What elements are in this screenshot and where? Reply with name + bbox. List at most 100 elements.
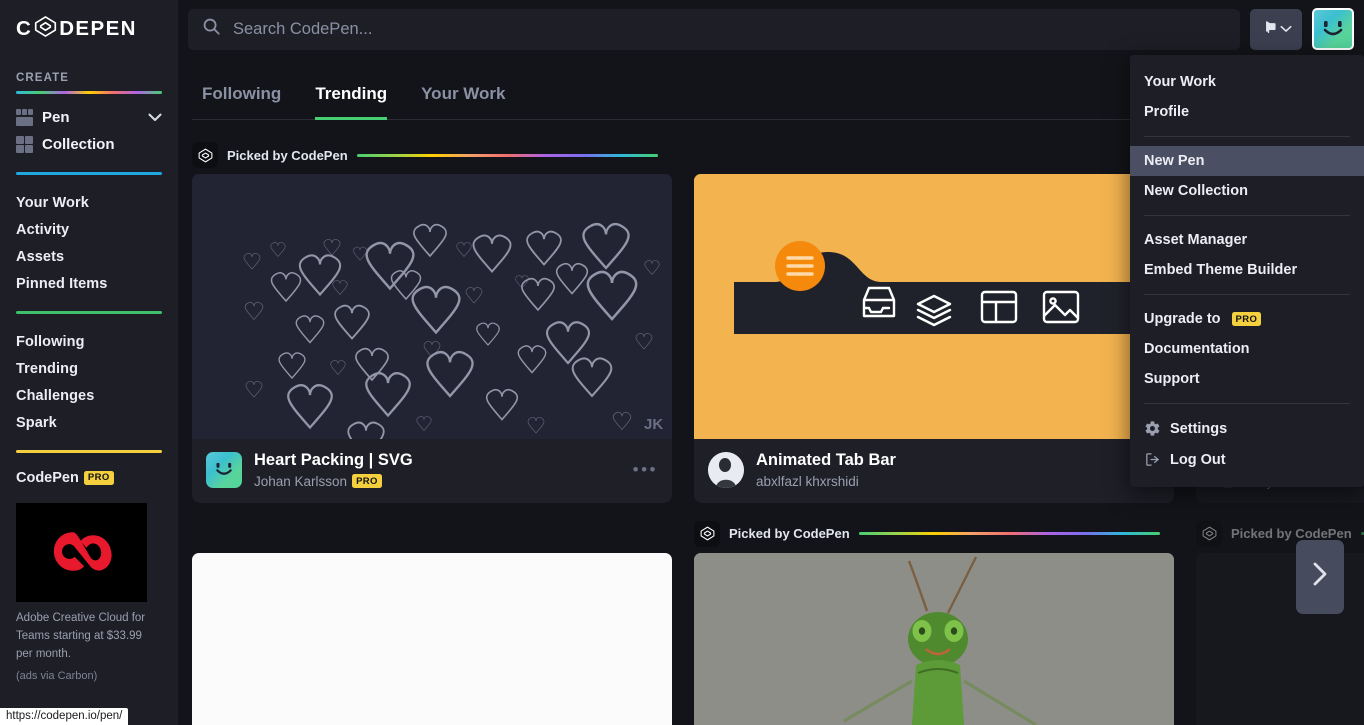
sidebar-item-codepen-pro[interactable]: CodePen PRO bbox=[16, 467, 162, 489]
rainbow-divider bbox=[16, 91, 162, 94]
codepen-logo[interactable]: C DEPEN bbox=[16, 0, 162, 58]
pro-badge: PRO bbox=[83, 470, 114, 485]
sidebar-item-assets[interactable]: Assets bbox=[16, 243, 162, 270]
avatar[interactable] bbox=[1312, 8, 1354, 50]
picked-by-codepen-badge: Picked by CodePen bbox=[694, 520, 1160, 547]
adobe-creative-cloud-icon bbox=[16, 503, 147, 602]
pen-card[interactable] bbox=[694, 552, 1174, 725]
top-bar: Search CodePen... bbox=[178, 0, 1364, 58]
dropdown-item-asset-manager[interactable]: Asset Manager bbox=[1130, 225, 1364, 255]
sidebar-item-activity[interactable]: Activity bbox=[16, 216, 162, 243]
pen-meta: Heart Packing | SVG Johan Karlsson PRO ••… bbox=[192, 439, 672, 503]
pen-card[interactable]: Animated Tab Bar abxlfazl khxrshidi ••• bbox=[694, 174, 1174, 503]
create-item-pen[interactable]: Pen bbox=[16, 104, 162, 131]
pin-button[interactable] bbox=[1250, 8, 1302, 50]
dropdown-upgrade-label: Upgrade to bbox=[1144, 311, 1221, 327]
logo-text-right: DEPEN bbox=[59, 17, 137, 40]
avatar-face-icon bbox=[1314, 10, 1352, 48]
sidebar-item-pinned-items[interactable]: Pinned Items bbox=[16, 270, 162, 297]
main-content: Search CodePen... Following Trending You… bbox=[178, 0, 1364, 725]
tab-following[interactable]: Following bbox=[202, 84, 281, 120]
pen-thumbnail-heart-packing[interactable]: JK bbox=[192, 174, 672, 439]
dropdown-separator bbox=[1144, 215, 1350, 216]
logout-icon bbox=[1144, 451, 1161, 468]
chevron-right-icon bbox=[1310, 560, 1330, 595]
pen-author[interactable]: abxlfazl khxrshidi bbox=[756, 474, 896, 489]
avatar-face-icon bbox=[206, 452, 242, 488]
sidebar: C DEPEN CREATE Pen Collection Your Work … bbox=[0, 0, 178, 725]
picked-badge-label: Picked by CodePen bbox=[227, 147, 348, 163]
dropdown-item-support[interactable]: Support bbox=[1130, 364, 1364, 394]
sidebar-advertisement[interactable]: Adobe Creative Cloud for Teams starting … bbox=[16, 503, 162, 682]
dropdown-item-new-collection[interactable]: New Collection bbox=[1130, 176, 1364, 206]
dropdown-separator bbox=[1144, 403, 1350, 404]
author-avatar[interactable] bbox=[206, 451, 242, 488]
sidebar-item-spark[interactable]: Spark bbox=[16, 409, 162, 436]
codepen-logo-icon bbox=[1196, 520, 1222, 547]
pen-title[interactable]: Heart Packing | SVG bbox=[254, 451, 413, 471]
sidebar-item-your-work[interactable]: Your Work bbox=[16, 189, 162, 216]
codepen-logo-icon bbox=[33, 14, 58, 45]
pen-item-row2-1 bbox=[192, 521, 672, 725]
pen-card[interactable]: JK Heart Packing | SVG Johan Karlsson PR… bbox=[192, 174, 672, 503]
browser-status-url: https://codepen.io/pen/ bbox=[0, 708, 129, 725]
dropdown-item-upgrade-to-pro[interactable]: Upgrade to PRO bbox=[1130, 304, 1364, 334]
advertisement-text: Adobe Creative Cloud for Teams starting … bbox=[16, 612, 146, 660]
chevron-down-icon bbox=[1280, 20, 1292, 38]
picked-by-codepen-badge: Picked by CodePen bbox=[192, 142, 658, 168]
dropdown-item-new-pen[interactable]: New Pen bbox=[1130, 146, 1364, 176]
blue-divider bbox=[16, 172, 162, 175]
create-item-collection[interactable]: Collection bbox=[16, 131, 162, 158]
pen-meta: Animated Tab Bar abxlfazl khxrshidi ••• bbox=[694, 439, 1174, 503]
dropdown-item-embed-theme-builder[interactable]: Embed Theme Builder bbox=[1130, 255, 1364, 285]
dropdown-item-settings-label: Settings bbox=[1170, 420, 1228, 437]
dropdown-item-documentation[interactable]: Documentation bbox=[1130, 334, 1364, 364]
pen-author[interactable]: Johan Karlsson PRO bbox=[254, 474, 413, 489]
sidebar-item-trending[interactable]: Trending bbox=[16, 355, 162, 382]
search-input[interactable]: Search CodePen... bbox=[188, 8, 1240, 50]
tab-your-work[interactable]: Your Work bbox=[421, 84, 505, 120]
search-icon bbox=[202, 17, 221, 41]
yellow-divider bbox=[16, 450, 162, 453]
pen-row-2: Picked by CodePen Picked by CodePen bbox=[178, 520, 1364, 725]
scroll-next-button[interactable] bbox=[1296, 540, 1344, 614]
pen-thumbnail-row2-2[interactable] bbox=[694, 552, 1174, 725]
sidebar-item-challenges[interactable]: Challenges bbox=[16, 382, 162, 409]
pro-badge: PRO bbox=[1231, 312, 1262, 326]
pen-thumbnail-animated-tab-bar[interactable] bbox=[694, 174, 1174, 439]
codepen-logo-icon bbox=[694, 520, 720, 547]
gear-icon bbox=[1144, 420, 1161, 437]
codepen-pro-label: CodePen bbox=[16, 470, 79, 486]
pen-card[interactable] bbox=[192, 552, 672, 725]
picked-gradient-line bbox=[1360, 532, 1364, 536]
animated-tab-bar-preview bbox=[694, 174, 1174, 439]
tab-trending[interactable]: Trending bbox=[315, 84, 388, 120]
green-divider bbox=[16, 311, 162, 314]
mantis-photo-preview bbox=[694, 552, 1174, 725]
dropdown-item-your-work[interactable]: Your Work bbox=[1130, 67, 1364, 97]
picked-gradient-line bbox=[858, 532, 1160, 536]
pen-item-row2-2: Picked by CodePen bbox=[694, 520, 1174, 725]
advertisement-attribution: (ads via Carbon) bbox=[16, 670, 98, 683]
user-dropdown-menu: Your Work Profile New Pen New Collection… bbox=[1130, 55, 1364, 487]
logo-text-left: C bbox=[16, 17, 33, 40]
pen-grid-icon bbox=[16, 109, 33, 126]
dropdown-item-profile[interactable]: Profile bbox=[1130, 97, 1364, 127]
pen-options-button[interactable]: ••• bbox=[633, 460, 658, 480]
dropdown-item-log-out-label: Log Out bbox=[1170, 451, 1226, 468]
pen-thumbnail-row2-1[interactable] bbox=[192, 552, 672, 725]
pen-title[interactable]: Animated Tab Bar bbox=[756, 451, 896, 471]
pen-item-animated-tab-bar: Animated Tab Bar abxlfazl khxrshidi ••• bbox=[694, 142, 1174, 503]
dropdown-item-settings[interactable]: Settings bbox=[1130, 413, 1364, 444]
create-item-collection-label: Collection bbox=[42, 136, 115, 153]
picked-badge-label: Picked by CodePen bbox=[729, 526, 850, 542]
author-avatar[interactable] bbox=[708, 451, 744, 488]
create-section-label: CREATE bbox=[16, 72, 70, 84]
sidebar-item-following[interactable]: Following bbox=[16, 328, 162, 355]
pen-item-heart-packing: Picked by CodePen JK Heart Packing | SVG… bbox=[192, 142, 672, 503]
dropdown-item-log-out[interactable]: Log Out bbox=[1130, 444, 1364, 475]
dropdown-separator bbox=[1144, 136, 1350, 137]
picked-gradient-line bbox=[356, 153, 658, 157]
pen-watermark: JK bbox=[644, 416, 663, 433]
chevron-down-icon[interactable] bbox=[148, 111, 162, 124]
